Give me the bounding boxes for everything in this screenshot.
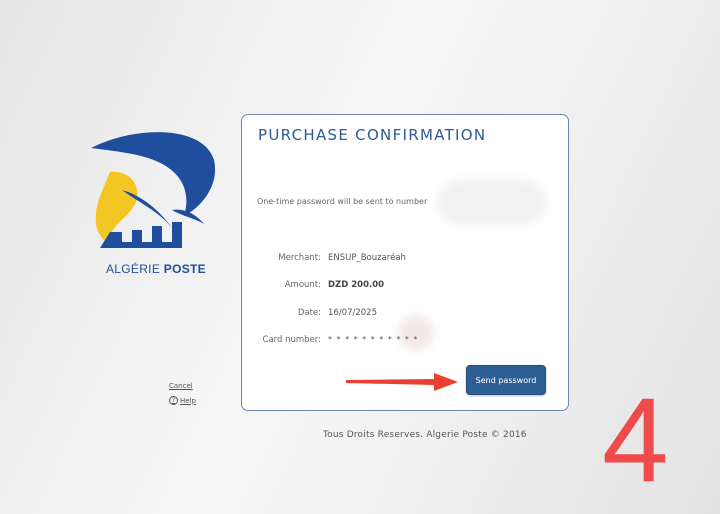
card-title: PURCHASE CONFIRMATION <box>258 126 487 144</box>
purchase-confirmation-card: PURCHASE CONFIRMATION One-time password … <box>241 114 569 411</box>
help-icon: ? <box>169 396 178 405</box>
brand-suffix: POSTE <box>163 262 206 276</box>
cancel-link[interactable]: Cancel <box>169 382 196 390</box>
date-value: 16/07/2025 <box>328 308 377 318</box>
send-password-button[interactable]: Send password <box>466 365 546 395</box>
algerie-poste-logo <box>91 132 216 248</box>
otp-notice: One-time password will be sent to number <box>257 197 428 206</box>
step-number: 4 <box>602 373 669 507</box>
date-label: Date: <box>297 308 321 318</box>
card-number-value: * * * * * * * * * * * <box>328 335 419 344</box>
merchant-value: ENSUP_Bouzaréah <box>328 253 406 263</box>
side-links: Cancel ? Help <box>169 382 196 405</box>
redacted-phone-number <box>438 179 546 225</box>
red-arrow <box>346 373 458 391</box>
help-link[interactable]: ? Help <box>169 396 196 405</box>
amount-value: DZD 200.00 <box>328 280 385 290</box>
card-number-label: Card number: <box>262 335 321 345</box>
footer-copyright: Tous Droits Reserves. Algerie Poste © 20… <box>323 430 527 440</box>
merchant-label: Merchant: <box>278 253 321 263</box>
amount-label: Amount: <box>284 280 321 290</box>
redacted-card-digits <box>398 315 434 351</box>
help-link-label: Help <box>180 396 196 405</box>
brand-prefix: ALGÉRIE <box>106 262 164 276</box>
brand-name: ALGÉRIE POSTE <box>106 262 206 276</box>
